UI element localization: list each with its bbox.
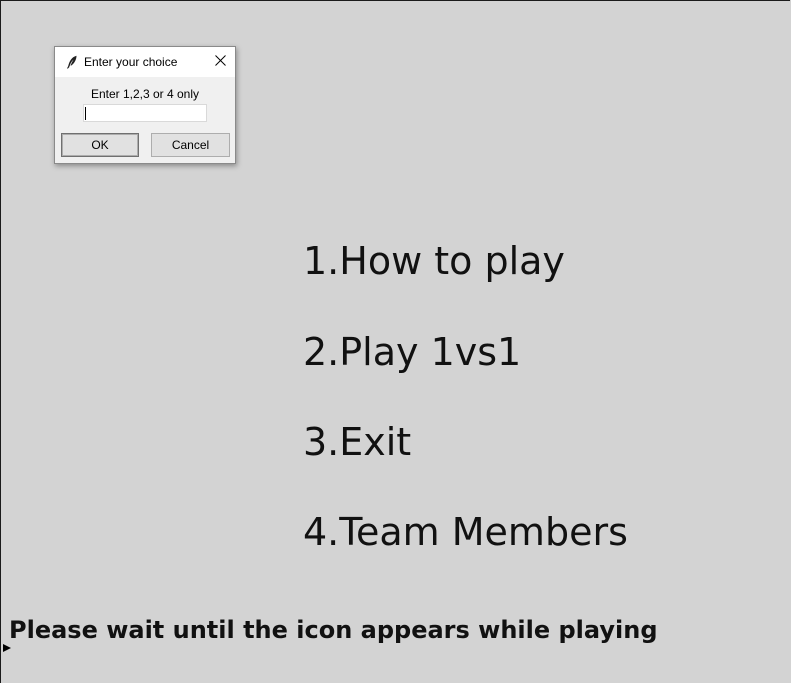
- choice-dialog: Enter your choice Enter 1,2,3 or 4 only …: [54, 46, 236, 164]
- close-button[interactable]: [205, 47, 235, 77]
- wait-message: Please wait until the icon appears while…: [9, 616, 658, 644]
- turtle-arrow-icon: [3, 644, 11, 652]
- text-caret: [85, 107, 86, 120]
- dialog-prompt: Enter 1,2,3 or 4 only: [90, 87, 200, 101]
- menu-item-play-1vs1: 2.Play 1vs1: [303, 330, 522, 374]
- feather-icon: [66, 55, 78, 69]
- menu-item-team-members: 4.Team Members: [303, 510, 628, 554]
- dialog-titlebar[interactable]: Enter your choice: [55, 47, 235, 77]
- cancel-button[interactable]: Cancel: [151, 133, 230, 157]
- menu-item-exit: 3.Exit: [303, 420, 412, 464]
- choice-input[interactable]: [83, 104, 207, 122]
- ok-button[interactable]: OK: [61, 133, 139, 157]
- menu-item-how-to-play: 1.How to play: [303, 239, 565, 283]
- close-icon: [214, 53, 226, 71]
- dialog-title: Enter your choice: [84, 55, 178, 69]
